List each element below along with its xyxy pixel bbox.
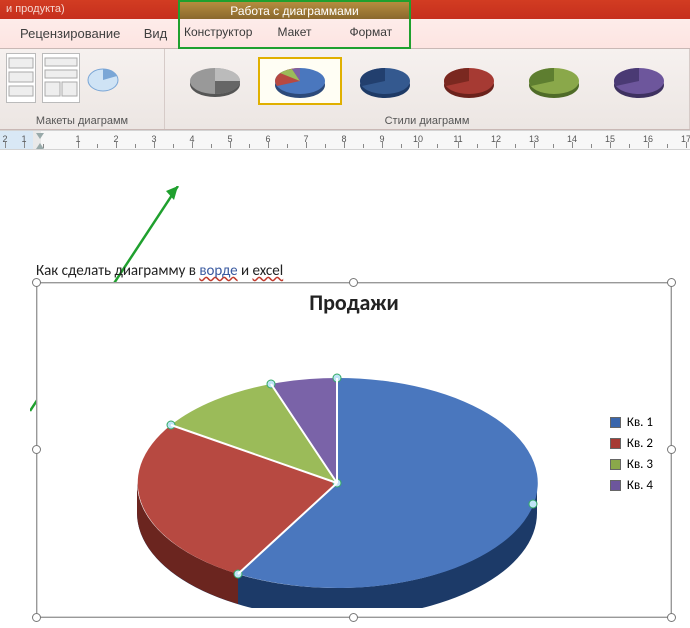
legend-label: Кв. 3 bbox=[627, 457, 653, 472]
resize-handle-icon[interactable] bbox=[667, 445, 676, 454]
chart-layout-thumb-1[interactable] bbox=[6, 53, 36, 103]
ribbon-group-chart-styles: Стили диаграмм bbox=[165, 49, 690, 129]
tab-format[interactable]: Формат bbox=[333, 18, 409, 47]
caption-excel: excel bbox=[253, 262, 284, 280]
tab-layout[interactable]: Макет bbox=[256, 18, 332, 47]
tab-view[interactable]: Вид bbox=[134, 19, 178, 49]
ribbon-tabs: Рецензирование Вид Конструктор Макет Фор… bbox=[0, 19, 690, 49]
legend-item[interactable]: Кв. 4 bbox=[610, 478, 653, 493]
chart-title[interactable]: Продажи bbox=[37, 289, 671, 316]
legend-item[interactable]: Кв. 2 bbox=[610, 436, 653, 451]
tab-design[interactable]: Конструктор bbox=[180, 18, 256, 47]
caption-p2: и bbox=[238, 262, 253, 280]
ribbon-group-label-layouts: Макеты диаграмм bbox=[0, 115, 164, 127]
chart-layout-thumb-3[interactable] bbox=[86, 53, 120, 103]
chart-tools-tabs: Конструктор Макет Формат bbox=[178, 18, 411, 49]
caption-word: ворде bbox=[199, 262, 237, 280]
chart-tools-context-title: Работа с диаграммами bbox=[178, 0, 411, 19]
ribbon: Макеты диаграмм Стили диаграмм bbox=[0, 49, 690, 130]
resize-handle-icon[interactable] bbox=[667, 613, 676, 622]
titlebar-product-hint: и продукта) bbox=[6, 3, 65, 15]
legend-label: Кв. 1 bbox=[627, 415, 653, 430]
ribbon-group-chart-layouts: Макеты диаграмм bbox=[0, 49, 165, 129]
chart-style-6[interactable] bbox=[596, 57, 681, 105]
caption-text: Как сделать диаграмму в ворде и excel bbox=[36, 262, 283, 280]
legend-swatch-icon bbox=[610, 417, 621, 428]
document-page[interactable]: Как сделать диаграмму в ворде и excel Пр… bbox=[0, 156, 690, 628]
horizontal-ruler[interactable]: 211234567891011121314151617 bbox=[0, 130, 690, 150]
chart-style-1[interactable] bbox=[173, 57, 258, 105]
chart-style-5[interactable] bbox=[512, 57, 597, 105]
ribbon-group-label-styles: Стили диаграмм bbox=[165, 115, 689, 127]
resize-handle-icon[interactable] bbox=[32, 278, 41, 287]
titlebar: и продукта) Работа с диаграммами bbox=[0, 0, 690, 19]
chart-style-2-selected[interactable] bbox=[258, 57, 343, 105]
resize-handle-icon[interactable] bbox=[349, 613, 358, 622]
resize-handle-icon[interactable] bbox=[349, 278, 358, 287]
legend-swatch-icon bbox=[610, 459, 621, 470]
legend-label: Кв. 2 bbox=[627, 436, 653, 451]
chart-layout-thumb-2[interactable] bbox=[42, 53, 80, 103]
chart-style-4[interactable] bbox=[427, 57, 512, 105]
caption-p1: Как сделать диаграмму в bbox=[36, 262, 199, 280]
resize-handle-icon[interactable] bbox=[32, 445, 41, 454]
chart-object[interactable]: Продажи bbox=[36, 282, 672, 618]
legend-item[interactable]: Кв. 3 bbox=[610, 457, 653, 472]
legend-swatch-icon bbox=[610, 480, 621, 491]
legend-swatch-icon bbox=[610, 438, 621, 449]
chart-style-3[interactable] bbox=[342, 57, 427, 105]
resize-handle-icon[interactable] bbox=[32, 613, 41, 622]
pie-chart[interactable] bbox=[97, 318, 557, 608]
tab-review[interactable]: Рецензирование bbox=[10, 19, 130, 49]
legend-label: Кв. 4 bbox=[627, 478, 653, 493]
chart-legend[interactable]: Кв. 1 Кв. 2 Кв. 3 Кв. 4 bbox=[610, 415, 653, 499]
resize-handle-icon[interactable] bbox=[667, 278, 676, 287]
legend-item[interactable]: Кв. 1 bbox=[610, 415, 653, 430]
